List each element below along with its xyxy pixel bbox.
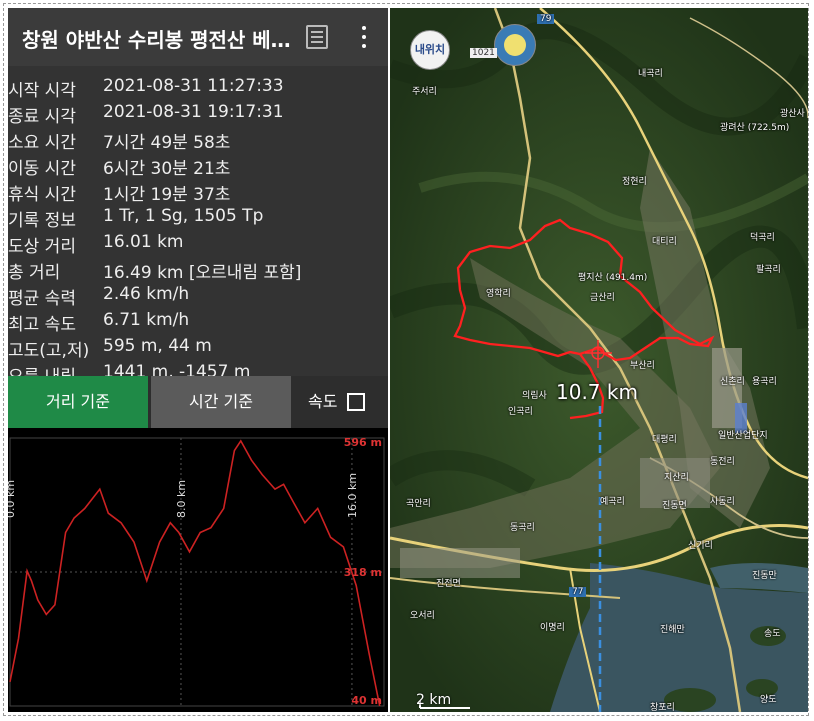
- satellite-map[interactable]: 내위치 79 1021 77 10.7 km 2 km 주서리 내곡리광산사광려산…: [390, 8, 808, 712]
- chart-x-tick-label: 8.0 km: [175, 480, 188, 518]
- stat-value: 16.01 km: [103, 232, 184, 252]
- stat-value: 16.49 km [오르내림 포함]: [103, 263, 302, 283]
- place-label: 창포리: [650, 703, 675, 712]
- place-label: 주서리: [412, 87, 437, 97]
- stat-label: 소요 시간: [8, 133, 76, 153]
- stat-label: 시작 시각: [8, 81, 76, 101]
- place-label: 광산사: [780, 109, 805, 119]
- list-icon[interactable]: [306, 25, 328, 49]
- stat-label: 도상 거리: [8, 237, 76, 257]
- stat-label: 평균 속력: [8, 289, 76, 309]
- place-label: 진동면: [662, 501, 687, 511]
- road-shield: 1021: [470, 48, 497, 58]
- app-bar: 창원 야반산 수리봉 평전산 베...: [8, 8, 388, 66]
- place-label: 오서리: [410, 611, 435, 621]
- elevation-chart: 0.0 km 8.0 km 16.0 km 596 m 318 m 40 m: [8, 428, 388, 712]
- stat-label: 총 거리: [8, 263, 61, 283]
- place-label: 동전리: [710, 457, 735, 467]
- chart-y-tick-label: 318 m: [344, 566, 382, 579]
- stat-value: 6시간 30분 21초: [103, 159, 231, 179]
- place-label: 금산리: [590, 293, 615, 303]
- place-label: 예곡리: [600, 497, 625, 507]
- stat-label: 종료 시각: [8, 107, 76, 127]
- place-label: 송도: [764, 629, 781, 639]
- stat-value: 1시간 19분 37초: [103, 185, 231, 205]
- track-title: 창원 야반산 수리봉 평전산 베...: [22, 28, 292, 52]
- place-label: 이명리: [540, 623, 565, 633]
- place-label: 영학리: [486, 289, 511, 299]
- place-label: 대평리: [652, 435, 677, 445]
- place-label: 지산리: [664, 473, 689, 483]
- place-label: 곡안리: [406, 499, 431, 509]
- place-label: 진전면: [436, 579, 461, 589]
- track-info-panel: 창원 야반산 수리봉 평전산 베... 시작 시각 2021-08-31 11:2…: [8, 8, 388, 712]
- chart-x-tick-label: 0.0 km: [8, 480, 17, 518]
- place-label: 의림사: [522, 391, 547, 401]
- place-label: 인곡리: [508, 407, 533, 417]
- layer-button[interactable]: [494, 24, 536, 66]
- place-label: 내곡리: [638, 69, 663, 79]
- place-label: 일반산업단지: [718, 431, 768, 441]
- stat-label: 기록 정보: [8, 211, 76, 231]
- place-label: 팔곡리: [756, 265, 781, 275]
- stat-label: 최고 속도: [8, 315, 76, 335]
- map-background: [390, 8, 808, 712]
- place-label: 부산리: [630, 361, 655, 371]
- layers-icon: [504, 34, 526, 56]
- track-stats: 시작 시각 2021-08-31 11:27:33 종료 시각 2021-08-31 …: [8, 66, 388, 387]
- stat-label: 휴식 시간: [8, 185, 76, 205]
- place-label: 평지산 (491.4m): [578, 273, 648, 283]
- place-label: 진해만: [660, 625, 685, 635]
- stat-value: 6.71 km/h: [103, 310, 190, 330]
- more-options-icon[interactable]: [356, 22, 372, 52]
- stat-value: 2021-08-31 19:17:31: [103, 102, 284, 122]
- stat-value: 2021-08-31 11:27:33: [103, 76, 284, 96]
- place-label: 양도: [760, 695, 777, 705]
- place-label: 진동만: [752, 571, 777, 581]
- speed-label: 속도: [308, 392, 338, 411]
- place-label: 용곡리: [752, 377, 777, 387]
- elevation-line: [9, 439, 381, 707]
- stat-label: 고도(고,저): [8, 341, 90, 361]
- road-shield: 77: [569, 587, 587, 597]
- place-label: 신기리: [688, 541, 713, 551]
- stat-value: 2.46 km/h: [103, 284, 190, 304]
- elevation-chart-svg: 0.0 km 8.0 km 16.0 km 596 m 318 m 40 m: [8, 436, 385, 707]
- place-label: 광려산 (722.5m): [720, 123, 790, 133]
- my-location-button[interactable]: 내위치: [410, 30, 450, 70]
- place-label: 정현리: [622, 177, 647, 187]
- chart-x-tick-label: 16.0 km: [346, 473, 359, 518]
- road-shield: 79: [537, 14, 555, 24]
- tab-distance[interactable]: 거리 기준: [8, 376, 148, 428]
- chart-y-tick-label: 40 m: [351, 694, 382, 707]
- place-label: 신촌리: [720, 377, 745, 387]
- scale-label: 2 km: [416, 692, 452, 708]
- distance-label: 10.7 km: [556, 380, 638, 404]
- place-label: 덕곡리: [750, 233, 775, 243]
- place-label: 동곡리: [510, 523, 535, 533]
- stat-value: 595 m, 44 m: [103, 336, 212, 356]
- speed-checkbox[interactable]: [347, 393, 365, 411]
- place-label: 사동리: [710, 497, 735, 507]
- tab-time[interactable]: 시간 기준: [151, 376, 291, 428]
- stat-value: 7시간 49분 58초: [103, 133, 231, 153]
- stat-value: 1 Tr, 1 Sg, 1505 Tp: [103, 206, 264, 226]
- chart-mode-tabs: 거리 기준 시간 기준 속도: [8, 376, 388, 428]
- stat-label: 이동 시간: [8, 159, 76, 179]
- place-label: 대티리: [652, 237, 677, 247]
- chart-y-tick-label: 596 m: [344, 436, 382, 449]
